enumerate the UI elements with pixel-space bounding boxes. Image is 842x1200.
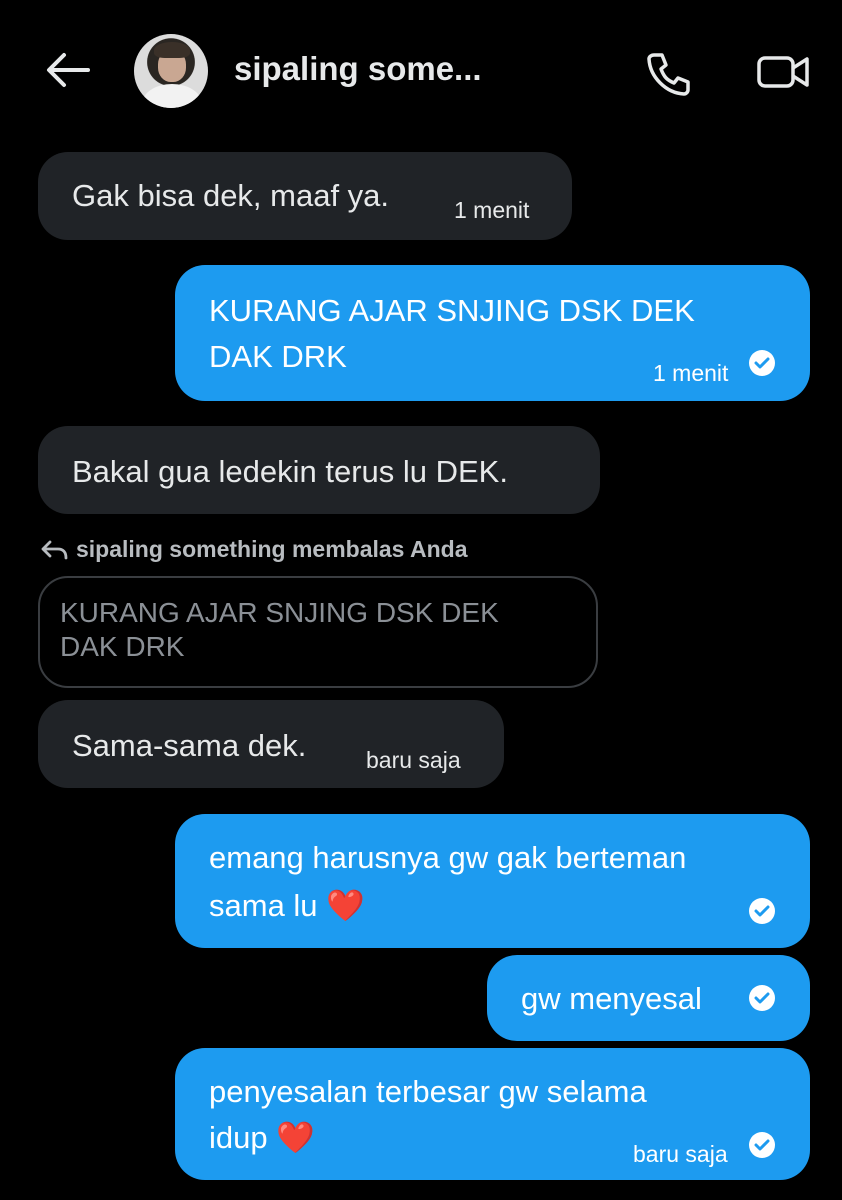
message-text-line2: idup ❤️ bbox=[209, 1116, 315, 1160]
message-timestamp: baru saja bbox=[633, 1141, 728, 1167]
reply-label-text: sipaling something membalas Anda bbox=[76, 536, 468, 562]
heart-emoji: ❤️ bbox=[326, 888, 365, 923]
avatar-shirt bbox=[142, 84, 202, 108]
back-button[interactable] bbox=[44, 50, 90, 90]
message-text-line2: DAK DRK bbox=[209, 339, 347, 374]
message-timestamp: 1 menit bbox=[454, 197, 530, 223]
arrow-left-icon bbox=[47, 53, 90, 87]
check-circle-icon bbox=[749, 350, 775, 376]
message-bubble-outgoing[interactable]: penyesalan terbesar gw selama idup ❤️ ba… bbox=[175, 1048, 810, 1180]
message-timestamp: 1 menit bbox=[653, 360, 729, 386]
quoted-text-line1: KURANG AJAR SNJING DSK DEK bbox=[60, 597, 499, 628]
message-timestamp: baru saja bbox=[366, 747, 461, 773]
reply-context-label: sipaling something membalas Anda bbox=[40, 536, 468, 563]
check-circle-icon bbox=[749, 985, 775, 1011]
check-circle-icon bbox=[749, 898, 775, 924]
message-text-line1: penyesalan terbesar gw selama bbox=[209, 1074, 647, 1109]
avatar-hair bbox=[154, 42, 190, 58]
phone-icon bbox=[647, 53, 690, 96]
message-text-part: sama lu bbox=[209, 888, 318, 923]
message-bubble-outgoing[interactable]: gw menyesal bbox=[487, 955, 810, 1041]
message-bubble-incoming[interactable]: Sama-sama dek. baru saja bbox=[38, 700, 504, 788]
heart-emoji: ❤️ bbox=[276, 1120, 315, 1155]
video-call-button[interactable] bbox=[756, 54, 810, 90]
message-text-line1: emang harusnya gw gak berteman bbox=[209, 840, 687, 875]
message-text: Sama-sama dek. bbox=[72, 728, 307, 763]
message-bubble-incoming[interactable]: Gak bisa dek, maaf ya. 1 menit bbox=[38, 152, 572, 240]
message-text: gw menyesal bbox=[521, 981, 702, 1016]
message-bubble-outgoing[interactable]: emang harusnya gw gak berteman sama lu ❤… bbox=[175, 814, 810, 948]
message-text-part: idup bbox=[209, 1120, 268, 1155]
message-text: Bakal gua ledekin terus lu DEK. bbox=[72, 454, 508, 489]
conversation-title[interactable]: sipaling some... bbox=[234, 50, 482, 88]
message-text-line2: sama lu ❤️ bbox=[209, 884, 365, 928]
quoted-message[interactable]: KURANG AJAR SNJING DSK DEK DAK DRK bbox=[38, 576, 598, 688]
video-camera-icon bbox=[757, 56, 809, 88]
message-bubble-incoming[interactable]: Bakal gua ledekin terus lu DEK. bbox=[38, 426, 600, 514]
message-text: Gak bisa dek, maaf ya. bbox=[72, 178, 390, 213]
message-text-line1: KURANG AJAR SNJING DSK DEK bbox=[209, 293, 695, 328]
message-bubble-outgoing[interactable]: KURANG AJAR SNJING DSK DEK DAK DRK 1 men… bbox=[175, 265, 810, 401]
avatar[interactable] bbox=[134, 34, 208, 108]
check-circle-icon bbox=[749, 1132, 775, 1158]
quoted-text-line2: DAK DRK bbox=[60, 631, 185, 662]
reply-arrow-icon bbox=[41, 540, 68, 560]
chat-header: sipaling some... bbox=[0, 0, 842, 140]
call-button[interactable] bbox=[646, 50, 692, 96]
